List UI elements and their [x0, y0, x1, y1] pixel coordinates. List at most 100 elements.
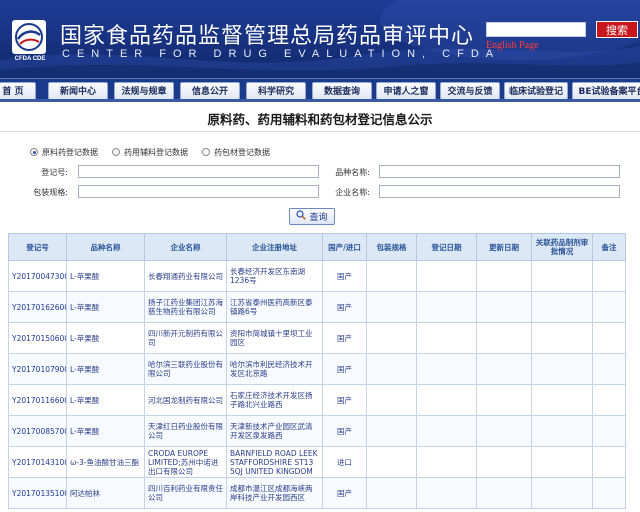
- main-nav: 首 页 新闻中心 法规与规章 信息公开 科学研究 数据查询 申请人之窗 交流与反…: [0, 78, 640, 102]
- cell-name: L-苹果酸: [66, 384, 145, 416]
- page-title: 原料药、药用辅料和药包材登记信息公示: [207, 112, 433, 127]
- registration-table: 登记号 品种名称 企业名称 企业注册地址 国产/进口 包装规格 登记日期 更新日…: [8, 233, 626, 509]
- nav-item-clinical-trial[interactable]: 临床试验登记: [504, 82, 568, 99]
- cell-name: L-苹果酸: [66, 353, 145, 385]
- table-header-row: 登记号 品种名称 企业名称 企业注册地址 国产/进口 包装规格 登记日期 更新日…: [8, 233, 626, 261]
- table-row[interactable]: Y20170047300 L-苹果酸 长春翔通药业有限公司 长春经济开发区东南湖…: [8, 260, 626, 292]
- radio-label: 药用辅料登记数据: [124, 147, 188, 157]
- col-header-company: 企业名称: [144, 233, 227, 261]
- nav-item-news[interactable]: 新闻中心: [48, 82, 108, 99]
- cell-update-date: [476, 446, 532, 478]
- radio-api-data[interactable]: 原料药登记数据: [30, 146, 98, 158]
- nav-item-feedback[interactable]: 交流与反馈: [440, 82, 500, 99]
- cell-spec: [366, 415, 417, 447]
- company-input[interactable]: [379, 185, 620, 198]
- cell-spec: [366, 291, 417, 323]
- col-header-address: 企业注册地址: [226, 233, 323, 261]
- cell-related: [531, 446, 593, 478]
- nav-item-regulations[interactable]: 法规与规章: [114, 82, 174, 99]
- nav-item-disclosure[interactable]: 信息公开: [180, 82, 240, 99]
- nav-item-home[interactable]: 首 页: [0, 82, 36, 99]
- table-row[interactable]: Y20170116600 L-苹果酸 河北国龙制药有限公司 石家庄经济技术开发区…: [8, 384, 626, 416]
- table-row[interactable]: Y20170085700 L-苹果酸 天津红日药业股份有限公司 天津新技术产业园…: [8, 415, 626, 447]
- cell-related: [531, 322, 593, 354]
- cell-note: [592, 291, 626, 323]
- cell-name: L-苹果酸: [66, 415, 145, 447]
- query-button[interactable]: 查询: [289, 208, 335, 225]
- cell-company: 四川新开元制药有限公司: [144, 322, 227, 354]
- col-header-name: 品种名称: [66, 233, 145, 261]
- cell-company: CRODA EUROPE LIMITED;苏州中诺进出口有限公司: [144, 446, 227, 478]
- cell-reg-date: [416, 384, 477, 416]
- nav-item-data-query[interactable]: 数据查询: [312, 82, 372, 99]
- cell-related: [531, 477, 593, 509]
- cell-reg-no[interactable]: Y20170150600: [8, 322, 67, 354]
- cell-company: 扬子江药业集团江苏海慈生物药业有限公司: [144, 291, 227, 323]
- col-header-related: 关联药品制剂审批情况: [531, 233, 593, 261]
- nav-item-research[interactable]: 科学研究: [246, 82, 306, 99]
- radio-packaging-data[interactable]: 药包材登记数据: [202, 146, 270, 158]
- cell-company: 四川百利药业有限责任公司: [144, 477, 227, 509]
- variety-label: 品种名称:: [335, 168, 370, 177]
- cell-address: 长春经济开发区东南湖1236号: [226, 260, 323, 292]
- radio-excipient-data[interactable]: 药用辅料登记数据: [112, 146, 188, 158]
- cfda-logo[interactable]: CFDA CDE: [8, 20, 48, 72]
- cell-reg-date: [416, 353, 477, 385]
- cell-note: [592, 477, 626, 509]
- cell-reg-no[interactable]: Y20170047300: [8, 260, 67, 292]
- site-search-button[interactable]: 搜索: [596, 21, 638, 38]
- cell-reg-no[interactable]: Y20170162600: [8, 291, 67, 323]
- site-subtitle: CENTER FOR DRUG EVALUATION, CFDA: [62, 48, 501, 60]
- cell-spec: [366, 384, 417, 416]
- cell-name: ω-3-鱼油酸甘油三酯: [66, 446, 145, 478]
- cell-origin: 国产: [322, 384, 367, 416]
- cell-origin: 国产: [322, 415, 367, 447]
- radio-label: 原料药登记数据: [42, 147, 98, 157]
- cell-reg-no[interactable]: Y20170085700: [8, 415, 67, 447]
- table-row[interactable]: Y20170150600 L-苹果酸 四川新开元制药有限公司 资阳市简城镇十里坝…: [8, 322, 626, 354]
- cell-origin: 国产: [322, 322, 367, 354]
- col-header-reg-date: 登记日期: [416, 233, 477, 261]
- cell-address: 哈尔滨市利民经济技术开发区北京路: [226, 353, 323, 385]
- site-search-input[interactable]: [486, 22, 586, 37]
- english-page-link[interactable]: English Page: [486, 40, 539, 51]
- cell-name: L-苹果酸: [66, 322, 145, 354]
- cell-spec: [366, 353, 417, 385]
- table-row[interactable]: Y20170162600 L-苹果酸 扬子江药业集团江苏海慈生物药业有限公司 江…: [8, 291, 626, 323]
- col-header-update-date: 更新日期: [476, 233, 532, 261]
- query-button-label: 查询: [309, 213, 328, 223]
- spec-input[interactable]: [78, 185, 319, 198]
- cell-reg-no[interactable]: Y20170116600: [8, 384, 67, 416]
- nav-item-applicant[interactable]: 申请人之窗: [376, 82, 436, 99]
- cell-related: [531, 384, 593, 416]
- cell-update-date: [476, 291, 532, 323]
- table-row[interactable]: Y20170143100 ω-3-鱼油酸甘油三酯 CRODA EUROPE LI…: [8, 446, 626, 478]
- cell-update-date: [476, 353, 532, 385]
- reg-no-input[interactable]: [78, 165, 319, 178]
- cell-reg-no[interactable]: Y20170143100: [8, 446, 67, 478]
- company-label: 企业名称:: [335, 188, 370, 197]
- cell-update-date: [476, 415, 532, 447]
- cell-reg-date: [416, 446, 477, 478]
- cell-related: [531, 415, 593, 447]
- cell-address: 成都市温江区成都海峡两岸科技产业开发园西区: [226, 477, 323, 509]
- cell-company: 长春翔通药业有限公司: [144, 260, 227, 292]
- cell-reg-no[interactable]: Y20170135100: [8, 477, 67, 509]
- cell-origin: 国产: [322, 477, 367, 509]
- cell-reg-no[interactable]: Y20170107900: [8, 353, 67, 385]
- cell-company: 天津红日药业股份有限公司: [144, 415, 227, 447]
- cell-address: 天津新技术产业园区武清开发区泉发路西: [226, 415, 323, 447]
- cell-note: [592, 415, 626, 447]
- variety-input[interactable]: [379, 165, 620, 178]
- table-row[interactable]: Y20170135100 阿达帕林 四川百利药业有限责任公司 成都市温江区成都海…: [8, 477, 626, 509]
- radio-unchecked-icon: [202, 148, 210, 156]
- cell-update-date: [476, 477, 532, 509]
- cell-name: 阿达帕林: [66, 477, 145, 509]
- cell-address: BARNFIELD ROAD LEEK STAFFORDSHIRE ST13 5…: [226, 446, 323, 478]
- cell-note: [592, 353, 626, 385]
- table-row[interactable]: Y20170107900 L-苹果酸 哈尔滨三联药业股份有限公司 哈尔滨市利民经…: [8, 353, 626, 385]
- nav-item-be-platform[interactable]: BE试验备案平台: [572, 82, 640, 99]
- cell-spec: [366, 446, 417, 478]
- radio-label: 药包材登记数据: [214, 147, 270, 157]
- cell-reg-date: [416, 477, 477, 509]
